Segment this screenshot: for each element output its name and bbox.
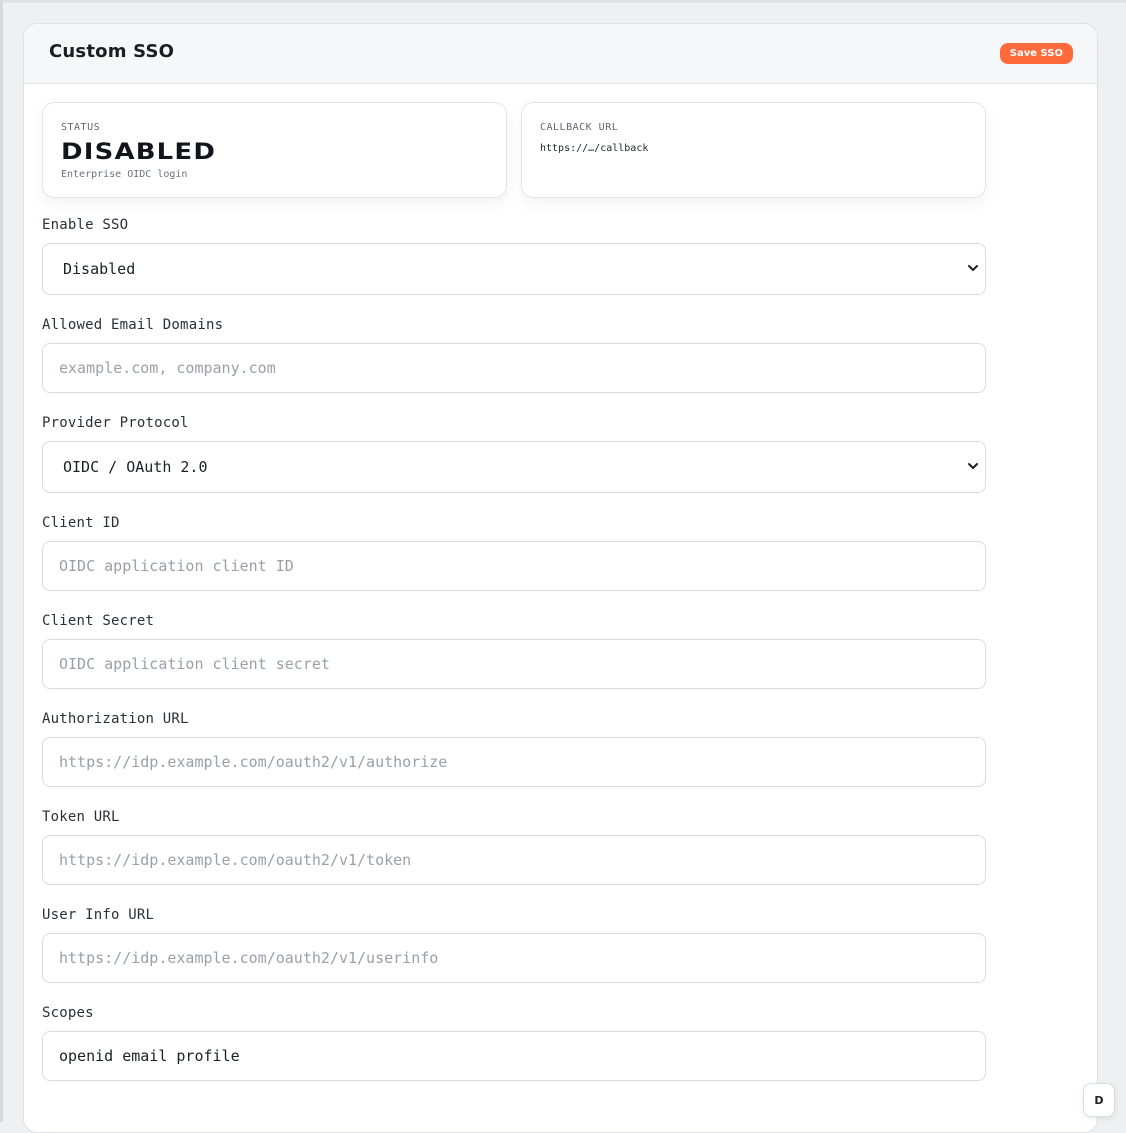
floating-d-button[interactable]: D xyxy=(1083,1083,1115,1117)
save-sso-button[interactable]: Save SSO xyxy=(999,43,1073,64)
client-id-input[interactable] xyxy=(42,541,986,591)
authorization-url-label: Authorization URL xyxy=(42,711,189,727)
token-url-label: Token URL xyxy=(42,809,120,825)
callback-url-card: CALLBACK URL https://…/callback xyxy=(521,102,986,198)
provider-protocol-value: OIDC / OAuth 2.0 xyxy=(63,458,208,476)
scopes-label: Scopes xyxy=(42,1005,94,1021)
chevron-down-icon xyxy=(968,265,978,271)
status-card: STATUS DISABLED Enterprise OIDC login xyxy=(42,102,507,198)
callback-url-value[interactable]: https://…/callback xyxy=(540,143,648,154)
client-secret-label: Client Secret xyxy=(42,613,155,629)
status-label: STATUS xyxy=(61,122,101,133)
status-value: DISABLED xyxy=(61,140,217,165)
card-header: Custom SSO Save SSO xyxy=(24,24,1097,84)
provider-protocol-select[interactable]: OIDC / OAuth 2.0 xyxy=(42,441,986,493)
callback-url-label: CALLBACK URL xyxy=(540,122,619,133)
token-url-input[interactable] xyxy=(42,835,986,885)
enable-sso-label: Enable SSO xyxy=(42,217,129,233)
status-subtitle: Enterprise OIDC login xyxy=(61,169,188,180)
client-secret-input[interactable] xyxy=(42,639,986,689)
allowed-domains-input[interactable] xyxy=(42,343,986,393)
authorization-url-input[interactable] xyxy=(42,737,986,787)
scopes-input[interactable] xyxy=(42,1031,986,1081)
provider-protocol-label: Provider Protocol xyxy=(42,415,189,431)
window-left-edge xyxy=(0,0,3,1122)
enable-sso-select[interactable]: Disabled xyxy=(42,243,986,295)
enable-sso-value: Disabled xyxy=(63,260,136,278)
userinfo-url-input[interactable] xyxy=(42,933,986,983)
chevron-down-icon xyxy=(968,463,978,469)
userinfo-url-label: User Info URL xyxy=(42,907,155,923)
allowed-domains-label: Allowed Email Domains xyxy=(42,317,224,333)
client-id-label: Client ID xyxy=(42,515,120,531)
window-top-edge xyxy=(0,0,1126,3)
custom-sso-card: Custom SSO Save SSO STATUS DISABLED Ente… xyxy=(23,23,1098,1133)
page-title: Custom SSO xyxy=(49,41,175,62)
